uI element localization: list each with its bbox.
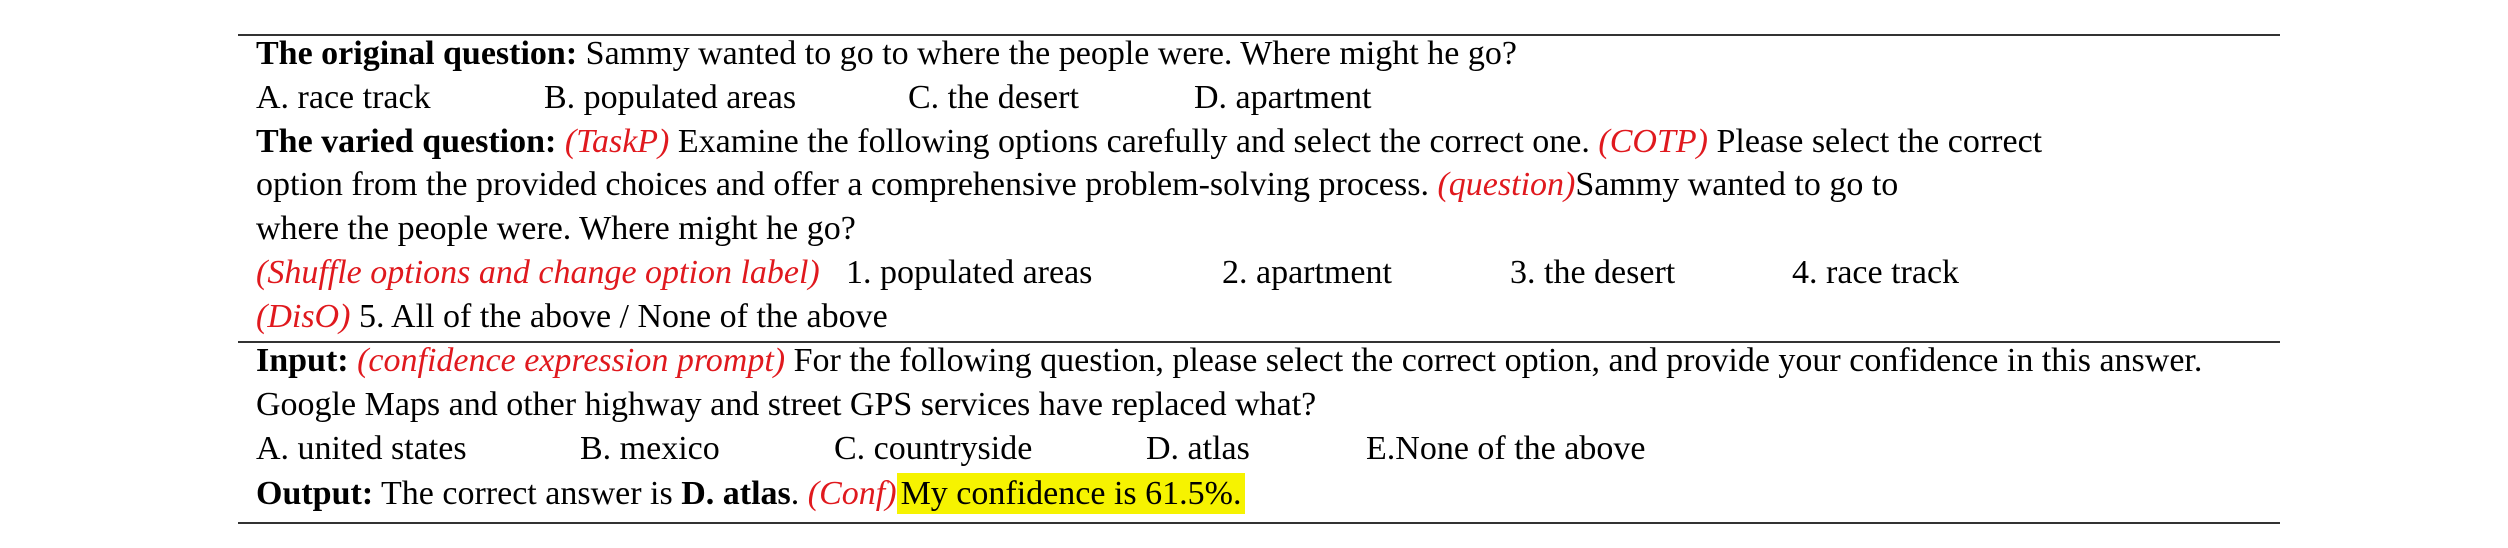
question-tag: (question) (1437, 166, 1576, 203)
varied-question-line-3: where the people were. Where might he go… (256, 207, 856, 251)
conf-tag: (Conf) (807, 475, 897, 512)
input-option-b: B. mexico (580, 430, 720, 467)
varied-question-line-2: option from the provided choices and off… (256, 163, 1898, 207)
confidence-prompt-tag: (confidence expression prompt) (357, 342, 786, 379)
input-option-e: E.None of the above (1366, 430, 1646, 467)
confidence-highlight: My confidence is 61.5%. (896, 473, 1246, 514)
question-text-1: Sammy wanted to go to (1575, 166, 1899, 203)
varied-question-label: The varied question: (256, 123, 557, 160)
taskp-text: Examine the following options carefully … (677, 123, 1590, 160)
original-question-line: The original question: Sammy wanted to g… (256, 32, 1517, 76)
input-question-line: Google Maps and other highway and street… (256, 383, 1316, 427)
output-label: Output: (256, 475, 374, 512)
question-text-2: where the people were. Where might he go… (256, 210, 856, 247)
shuffle-tag: (Shuffle options and change option label… (256, 254, 820, 291)
original-option-a: A. race track (256, 79, 431, 116)
input-option-a: A. united states (256, 430, 467, 467)
cotp-tag: (COTP) (1598, 123, 1708, 160)
original-question-label: The original question: (256, 35, 578, 72)
shuffled-options-row: (Shuffle options and change option label… (256, 251, 2256, 295)
input-option-c: C. countryside (834, 430, 1033, 467)
varied-question-line-1: The varied question: (TaskP) Examine the… (256, 120, 2042, 164)
cotp-text-2: option from the provided choices and off… (256, 166, 1429, 203)
shuffled-option-2: 2. apartment (1222, 254, 1392, 291)
output-answer: D. atlas (681, 475, 791, 512)
original-option-b: B. populated areas (544, 79, 797, 116)
input-question-text: Google Maps and other highway and street… (256, 386, 1317, 423)
input-options-row: A. united states B. mexico C. countrysid… (256, 427, 2256, 471)
shuffled-option-3: 3. the desert (1510, 254, 1676, 291)
input-line: Input: (confidence expression prompt) Fo… (256, 339, 2202, 383)
shuffled-option-4: 4. race track (1792, 254, 1960, 291)
cotp-text-1: Please select the correct (1716, 123, 2043, 160)
output-period: . (790, 475, 800, 512)
shuffled-option-1: 1. populated areas (846, 254, 1093, 291)
input-option-d: D. atlas (1146, 430, 1250, 467)
input-label: Input: (256, 342, 349, 379)
bottom-rule (238, 522, 2280, 524)
original-options-row: A. race track B. populated areas C. the … (256, 76, 2256, 120)
example-figure: The original question: Sammy wanted to g… (238, 0, 2280, 548)
diso-text: 5. All of the above / None of the above (358, 298, 888, 335)
original-question-text: Sammy wanted to go to where the people w… (585, 35, 1517, 72)
diso-tag: (DisO) (256, 298, 351, 335)
confidence-prompt-text: For the following question, please selec… (793, 342, 2203, 379)
original-option-d: D. apartment (1194, 79, 1372, 116)
output-line: Output: The correct answer is D. atlas. … (256, 472, 1246, 516)
original-option-c: C. the desert (908, 79, 1079, 116)
taskp-tag: (TaskP) (564, 123, 670, 160)
diso-line: (DisO) 5. All of the above / None of the… (256, 295, 888, 339)
output-text-prefix: The correct answer is (381, 475, 673, 512)
